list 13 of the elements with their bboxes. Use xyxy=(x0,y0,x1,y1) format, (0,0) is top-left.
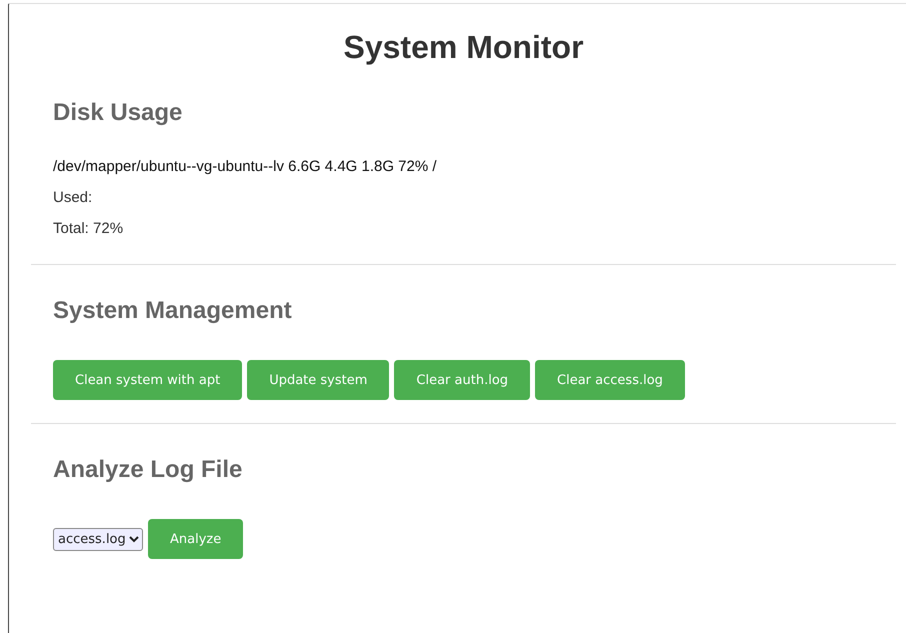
page-title: System Monitor xyxy=(342,28,585,67)
analyze-button[interactable]: Analyze xyxy=(148,519,244,559)
section-heading: Disk Usage xyxy=(53,98,182,128)
section-heading: Analyze Log File xyxy=(53,455,242,485)
disk-info-text: Used: xyxy=(53,188,94,208)
action-button[interactable]: Clean system with apt xyxy=(53,360,242,400)
disk-info-text: /dev/mapper/ubuntu--vg-ubuntu--lv 6.6G 4.4G 1.8G 72% / xyxy=(53,157,438,177)
log-file-select[interactable]: access.log xyxy=(53,528,143,550)
action-button[interactable]: Clear access.log xyxy=(535,360,685,400)
action-button[interactable]: Update system xyxy=(247,360,390,400)
section-heading: System Management xyxy=(53,296,292,326)
action-button[interactable]: Clear auth.log xyxy=(394,360,530,400)
disk-info-text: Total: 72% xyxy=(53,219,124,239)
